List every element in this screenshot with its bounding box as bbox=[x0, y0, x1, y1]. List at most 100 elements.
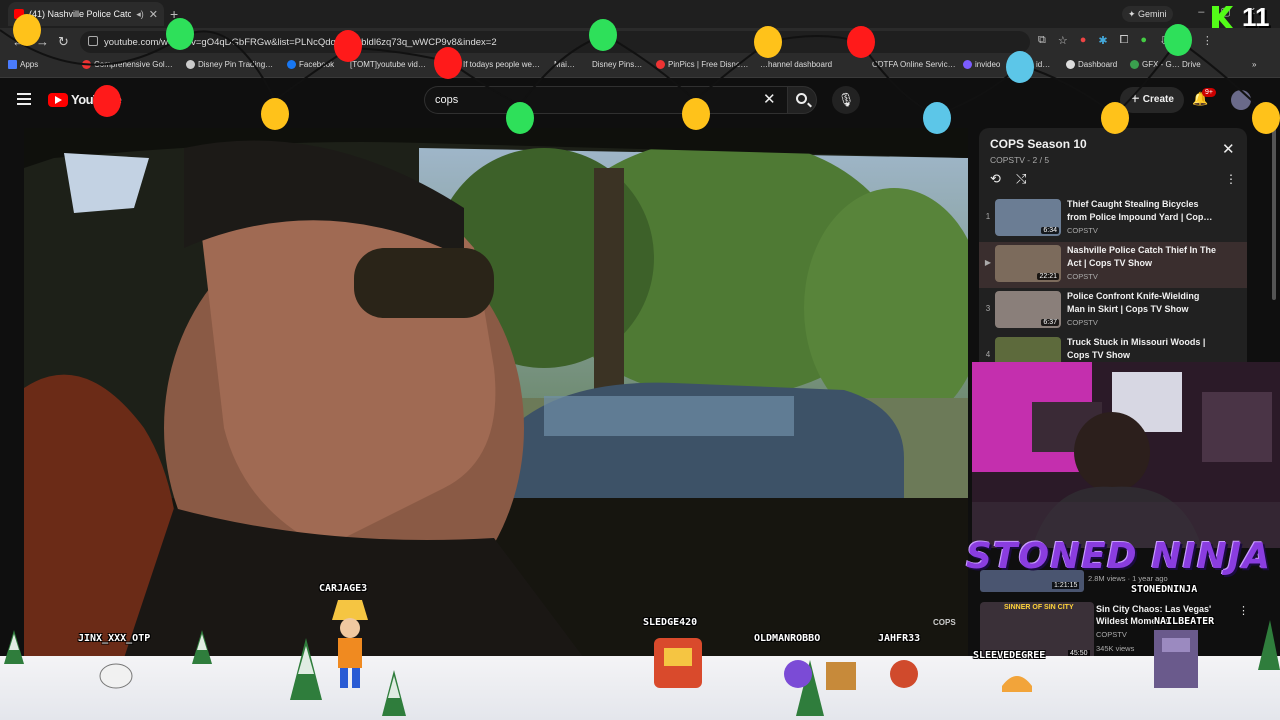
playlist-item-active[interactable]: ▶ 22:21 Nashville Police Catch Thief In … bbox=[979, 242, 1247, 288]
more-options-icon[interactable]: ⋮ bbox=[1238, 604, 1249, 617]
video-title[interactable]: Nashville Police Catch Thief In The Act … bbox=[1067, 244, 1217, 270]
install-icon[interactable]: ⧉ bbox=[1038, 34, 1046, 47]
close-tab-icon[interactable]: ✕ bbox=[149, 8, 158, 21]
chat-username: STONEDNINJA bbox=[1131, 584, 1198, 595]
corner-counter: 11 bbox=[1242, 2, 1270, 32]
chat-username: CARJAGE3 bbox=[319, 583, 368, 594]
extension-icon[interactable]: ● bbox=[1140, 34, 1147, 47]
menu-hamburger-icon[interactable] bbox=[17, 93, 31, 105]
bookmark-item[interactable]: CDTFA Online Servic… bbox=[872, 60, 956, 69]
chat-username: JINX_XXX_OTP bbox=[78, 633, 151, 644]
bookmark-item[interactable]: Disney Pin Trading… bbox=[186, 60, 273, 69]
create-label: Create bbox=[1142, 94, 1174, 105]
bookmark-label: id… bbox=[1036, 60, 1051, 69]
site-info-icon[interactable] bbox=[88, 36, 98, 46]
favicon-icon bbox=[82, 60, 91, 69]
youtube-header: YouTube cops ✕ 🎙 ＋ Create 🔔 9+ bbox=[0, 78, 1280, 122]
video-thumbnail[interactable]: 22:21 bbox=[995, 245, 1061, 282]
profile-icon[interactable]: ◉ bbox=[1180, 34, 1190, 47]
loop-icon[interactable]: ⟲ bbox=[990, 171, 1001, 187]
bookmark-item[interactable]: id… bbox=[1036, 60, 1050, 69]
logo-text: YouTube bbox=[71, 92, 122, 107]
bookmark-item[interactable]: PinPics | Free Disne… bbox=[656, 60, 748, 69]
favicon-icon bbox=[186, 60, 195, 69]
shuffle-icon[interactable]: ⤭ bbox=[1016, 171, 1026, 187]
create-button[interactable]: ＋ Create bbox=[1120, 87, 1184, 113]
apps-grid-icon bbox=[8, 60, 17, 69]
bookmark-item[interactable]: Mai… bbox=[554, 60, 575, 69]
bookmark-label: [TOMT]youtube vid… bbox=[350, 60, 426, 69]
new-tab-button[interactable]: + bbox=[170, 6, 178, 22]
bookmark-item[interactable]: Disney Pins… bbox=[592, 60, 642, 69]
bookmark-label: If todays people we… bbox=[463, 60, 540, 69]
address-bar[interactable]: youtube.com/watch?v=gO4qDGbFRGw&list=PLN… bbox=[80, 31, 1030, 53]
browser-tab-bar: (41) Nashville Police Catch ◂) ✕ + ✦ Gem… bbox=[0, 0, 1280, 28]
bookmark-item[interactable]: Comprehensive Gol… bbox=[82, 60, 173, 69]
playlist-item[interactable]: 4 Truck Stuck in Missouri Woods | Cops T… bbox=[979, 334, 1247, 362]
channel-name[interactable]: COPSTV bbox=[1067, 272, 1098, 281]
playlist-panel: COPS Season 10 COPSTV - 2 / 5 ✕ ⟲ ⤭ ⋮ 1 … bbox=[979, 128, 1247, 362]
bookmark-item[interactable]: invideo bbox=[963, 60, 1000, 69]
search-input[interactable]: cops bbox=[424, 86, 787, 114]
tab-title: (41) Nashville Police Catch bbox=[29, 9, 132, 19]
bookmark-label: Apps bbox=[20, 60, 39, 69]
scrollbar[interactable] bbox=[1272, 128, 1276, 300]
video-thumbnail[interactable]: 6:37 bbox=[995, 291, 1061, 328]
duration-badge: 1:21:15 bbox=[1052, 582, 1080, 589]
bookmark-item[interactable]: [TOMT]youtube vid… bbox=[350, 60, 426, 69]
puzzle-icon[interactable]: ⧠ bbox=[1120, 34, 1129, 47]
video-title[interactable]: Police Confront Knife-Wielding Man in Sk… bbox=[1067, 290, 1217, 316]
channel-name[interactable]: COPSTV bbox=[1067, 226, 1098, 235]
notification-badge: 9+ bbox=[1202, 88, 1216, 97]
chat-username: SLEDGE420 bbox=[643, 617, 698, 628]
back-button[interactable]: ← bbox=[12, 34, 25, 49]
bookmark-item[interactable]: GFX - G… Drive bbox=[1130, 60, 1201, 69]
video-player[interactable] bbox=[24, 128, 968, 658]
more-options-icon[interactable]: ⋮ bbox=[1225, 172, 1237, 186]
youtube-logo[interactable]: YouTube bbox=[48, 92, 122, 107]
reload-button[interactable]: ↻ bbox=[58, 34, 69, 50]
webcam-overlay bbox=[972, 362, 1280, 548]
bookmark-label: CDTFA Online Servic… bbox=[872, 60, 956, 69]
playlist-item[interactable]: 3 6:37 Police Confront Knife-Wielding Ma… bbox=[979, 288, 1247, 334]
chat-username: OLDMANROBBO bbox=[754, 633, 821, 644]
playlist-item[interactable]: 1 6:34 Thief Caught Stealing Bicycles fr… bbox=[979, 196, 1247, 242]
bookmark-apps[interactable]: Apps bbox=[8, 60, 38, 69]
extension-icon[interactable]: ✱ bbox=[1098, 34, 1107, 47]
voice-search-button[interactable]: 🎙 bbox=[832, 86, 860, 114]
facebook-icon bbox=[287, 60, 296, 69]
video-title[interactable]: Truck Stuck in Missouri Woods | Cops TV … bbox=[1067, 336, 1217, 362]
fox-sprite bbox=[890, 660, 918, 688]
download-icon[interactable]: ⇩ bbox=[1159, 34, 1168, 47]
video-thumbnail[interactable] bbox=[995, 337, 1061, 362]
browser-tab[interactable]: (41) Nashville Police Catch ◂) ✕ bbox=[8, 2, 164, 26]
menu-dots-icon[interactable]: ⋮ bbox=[1202, 34, 1213, 47]
speaker-icon[interactable]: ◂) bbox=[136, 9, 144, 20]
playlist-title[interactable]: COPS Season 10 bbox=[990, 137, 1087, 151]
channel-name[interactable]: COPSTV bbox=[1067, 318, 1098, 327]
video-thumbnail[interactable]: 6:34 bbox=[995, 199, 1061, 236]
playlist-subtitle: COPSTV - 2 / 5 bbox=[990, 155, 1050, 165]
close-playlist-icon[interactable]: ✕ bbox=[1222, 140, 1235, 158]
webcam-feed bbox=[972, 362, 1280, 548]
more-bookmarks-icon[interactable]: » bbox=[1252, 60, 1256, 69]
duration-badge: 6:37 bbox=[1041, 319, 1059, 326]
avatar[interactable] bbox=[1231, 90, 1251, 110]
bookmark-item[interactable]: Facebook bbox=[287, 60, 334, 69]
bookmark-label: Comprehensive Gol… bbox=[94, 60, 173, 69]
video-title[interactable]: Thief Caught Stealing Bicycles from Poli… bbox=[1067, 198, 1217, 224]
bookmark-label: Disney Pin Trading… bbox=[198, 60, 274, 69]
forward-button[interactable]: → bbox=[36, 34, 49, 49]
bookmark-item[interactable]: …hannel dashboard bbox=[760, 60, 832, 69]
item-number: 4 bbox=[985, 350, 991, 359]
bookmark-item[interactable]: If todays people we… bbox=[463, 60, 540, 69]
bookmark-item[interactable]: Dashboard bbox=[1066, 60, 1117, 69]
favicon-icon bbox=[1066, 60, 1075, 69]
bookmark-label: …hannel dashboard bbox=[760, 60, 833, 69]
extension-icon[interactable]: ● bbox=[1080, 34, 1087, 47]
search-button[interactable] bbox=[787, 86, 817, 114]
mech-sprite bbox=[1154, 630, 1198, 688]
bookmark-star-icon[interactable]: ☆ bbox=[1058, 34, 1068, 47]
clear-search-icon[interactable]: ✕ bbox=[763, 90, 776, 108]
gemini-button[interactable]: ✦ Gemini bbox=[1122, 6, 1173, 22]
